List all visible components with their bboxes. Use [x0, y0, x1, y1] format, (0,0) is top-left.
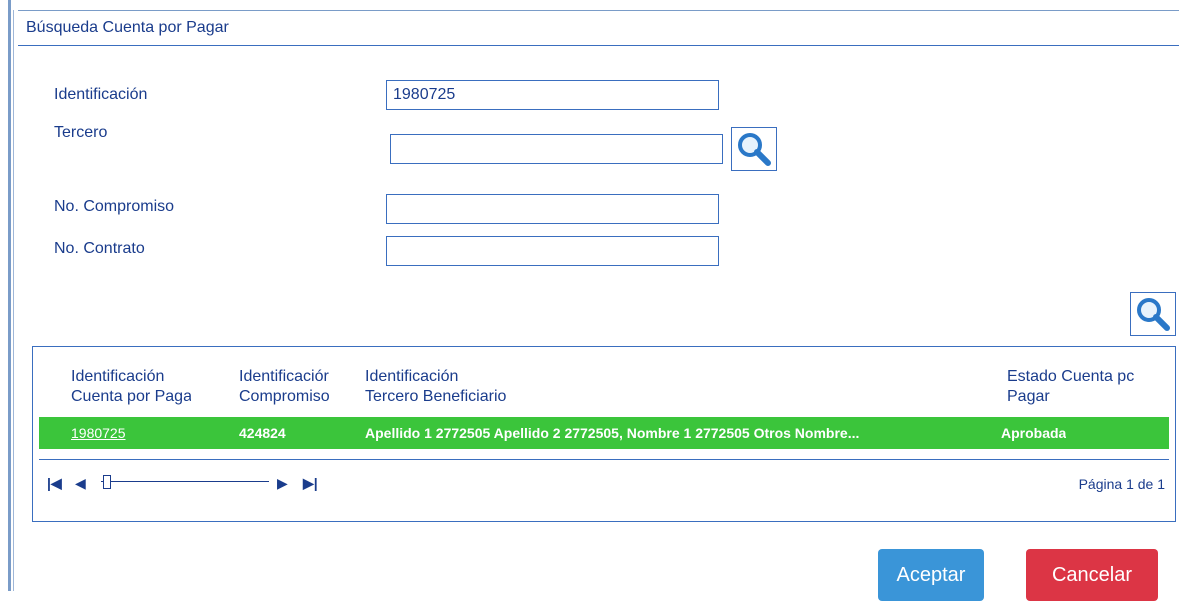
column-header-line1: Estado Cuenta pc — [1007, 368, 1135, 385]
contrato-label: No. Contrato — [54, 240, 145, 257]
magnifier-icon — [1137, 298, 1170, 331]
page-slider-handle[interactable] — [103, 475, 111, 489]
contrato-input[interactable] — [386, 236, 719, 266]
pager-divider — [39, 459, 1169, 460]
table-row[interactable]: 1980725 424824 Apellido 1 2772505 Apelli… — [39, 417, 1169, 449]
estado-cell: Aprobada — [1001, 425, 1067, 441]
compromiso-label: No. Compromiso — [54, 198, 175, 215]
compromiso-cell: 424824 — [239, 425, 286, 441]
column-header-cuenta[interactable]: Identificación Cuenta por Paga — [71, 367, 191, 407]
column-header-line1: Identificación — [71, 368, 165, 385]
tercero-label: Tercero — [54, 124, 108, 141]
page-indicator: Página 1 de 1 — [1078, 476, 1165, 492]
search-dialog: Búsqueda Cuenta por Pagar Identificación… — [18, 10, 1179, 601]
column-header-line2: Compromiso — [239, 388, 330, 405]
column-header-line2: Pagar — [1007, 388, 1050, 405]
column-header-estado[interactable]: Estado Cuenta pc Pagar — [1007, 367, 1167, 407]
identificacion-input[interactable] — [386, 80, 719, 110]
column-header-line1: Identificaciór — [239, 368, 329, 385]
column-header-line1: Identificación — [365, 368, 459, 385]
column-header-line2: Tercero Beneficiario — [365, 388, 507, 405]
window-left-border-inner — [13, 10, 14, 591]
next-page-icon[interactable]: ▶ — [277, 475, 288, 492]
window-left-border — [8, 0, 11, 591]
last-page-icon[interactable]: ▶| — [303, 475, 318, 492]
identificacion-label: Identificación — [54, 86, 148, 103]
results-grid: Identificación Cuenta por Paga Identific… — [32, 346, 1176, 522]
magnifier-icon — [738, 133, 771, 166]
first-page-icon[interactable]: |◀ — [47, 475, 62, 492]
compromiso-input[interactable] — [386, 194, 719, 224]
accept-button[interactable]: Aceptar — [878, 549, 984, 601]
page-slider-track[interactable] — [101, 481, 269, 482]
column-header-tercero[interactable]: Identificación Tercero Beneficiario — [365, 367, 665, 407]
tercero-cell: Apellido 1 2772505 Apellido 2 2772505, N… — [365, 425, 860, 441]
tercero-search-button[interactable] — [731, 127, 777, 171]
column-header-compromiso[interactable]: Identificaciór Compromiso — [239, 367, 351, 407]
main-search-button[interactable] — [1130, 292, 1176, 336]
column-header-line2: Cuenta por Paga — [71, 388, 191, 405]
cuenta-link[interactable]: 1980725 — [71, 417, 126, 449]
dialog-title: Búsqueda Cuenta por Pagar — [18, 10, 1179, 46]
tercero-input[interactable] — [390, 134, 723, 164]
cancel-button[interactable]: Cancelar — [1026, 549, 1158, 601]
prev-page-icon[interactable]: ◀ — [75, 475, 86, 492]
pager: |◀ ◀ ▶ ▶| Página 1 de 1 — [39, 465, 1169, 505]
